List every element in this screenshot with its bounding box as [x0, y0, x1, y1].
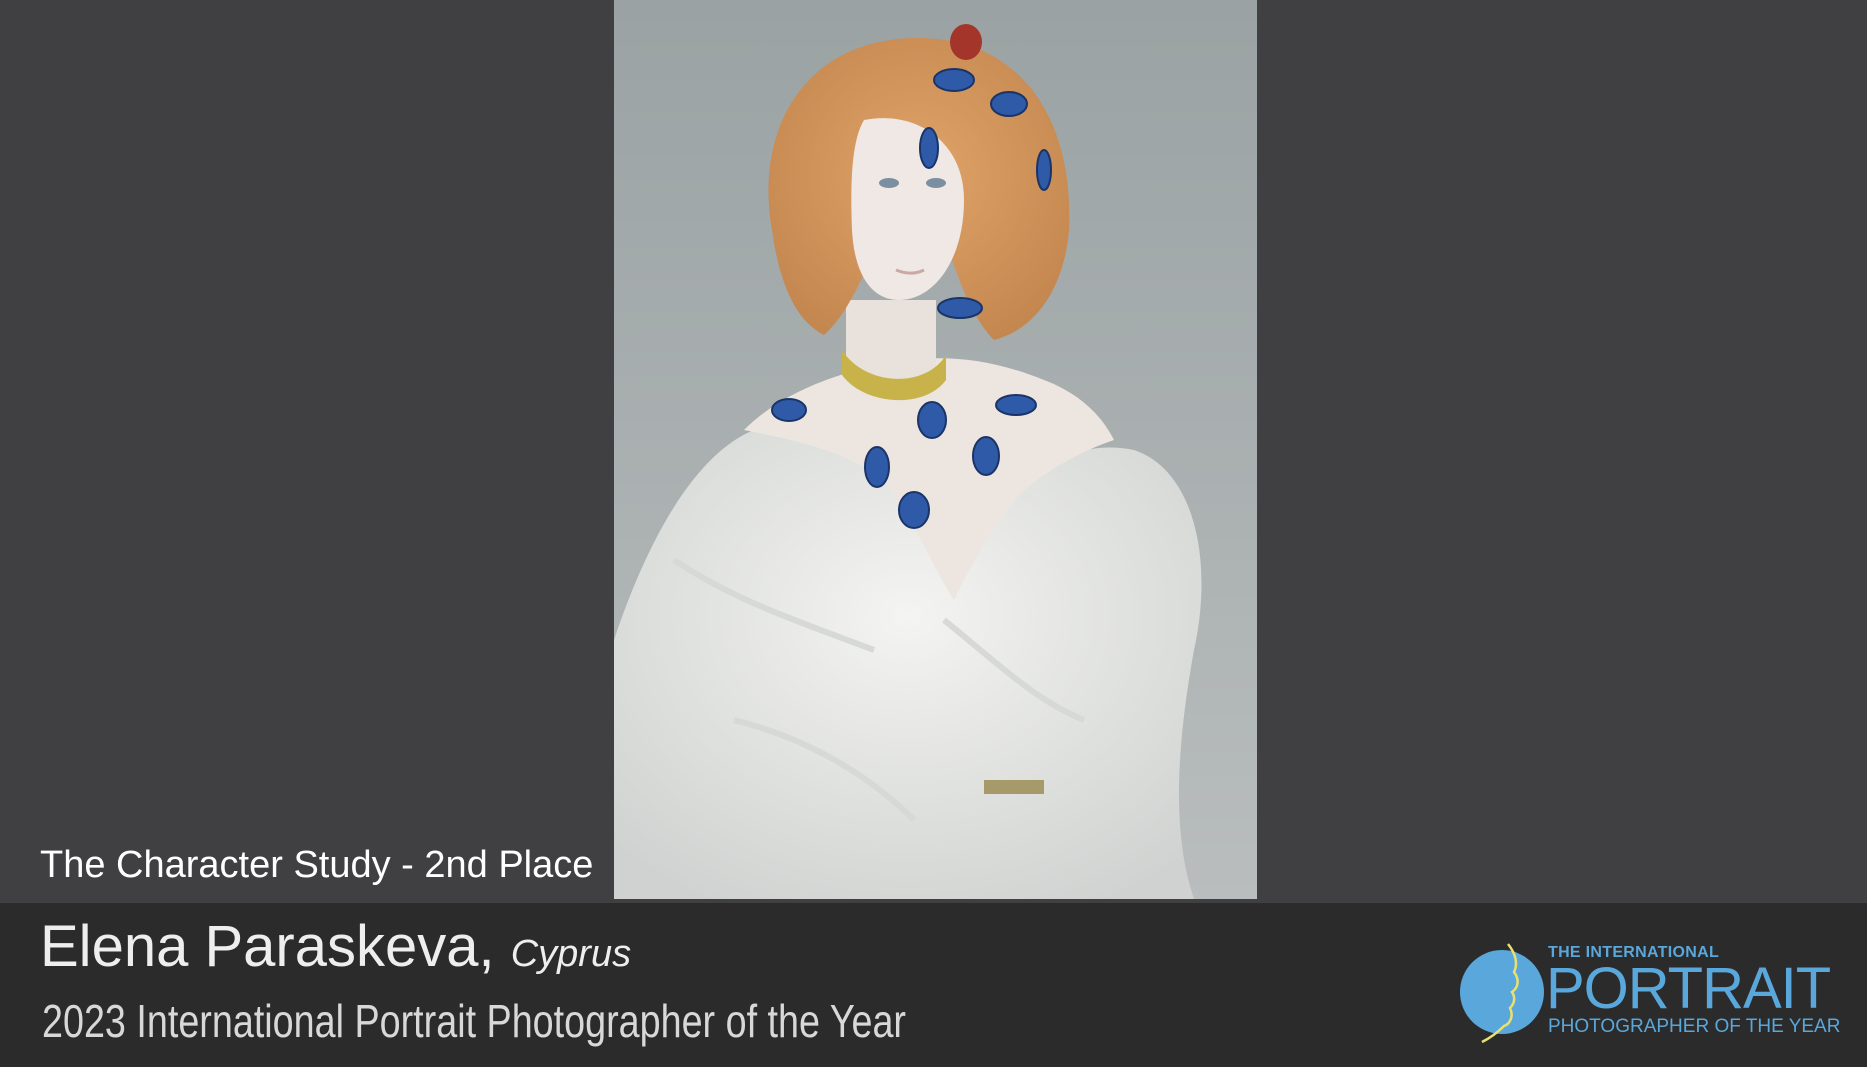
logo-bottom-text: PHOTOGRAPHER OF THE YEAR: [1548, 1016, 1841, 1037]
competition-logo: THE INTERNATIONAL PORTRAIT PHOTOGRAPHER …: [1452, 938, 1852, 1046]
portrait-photo: [614, 0, 1257, 899]
profile-circle-icon: [1460, 943, 1544, 1044]
display-background: The Character Study - 2nd Place: [0, 0, 1867, 903]
category-caption: The Character Study - 2nd Place: [40, 844, 594, 886]
portrait-image: [614, 0, 1257, 899]
logo-main-text: PORTRAIT: [1546, 956, 1831, 1021]
photographer-name: Elena Paraskeva,: [40, 914, 495, 979]
photographer-name-line: Elena Paraskeva, Cyprus: [40, 918, 631, 976]
photographer-country: Cyprus: [510, 933, 632, 975]
award-title: 2023 International Portrait Photographer…: [42, 995, 906, 1047]
